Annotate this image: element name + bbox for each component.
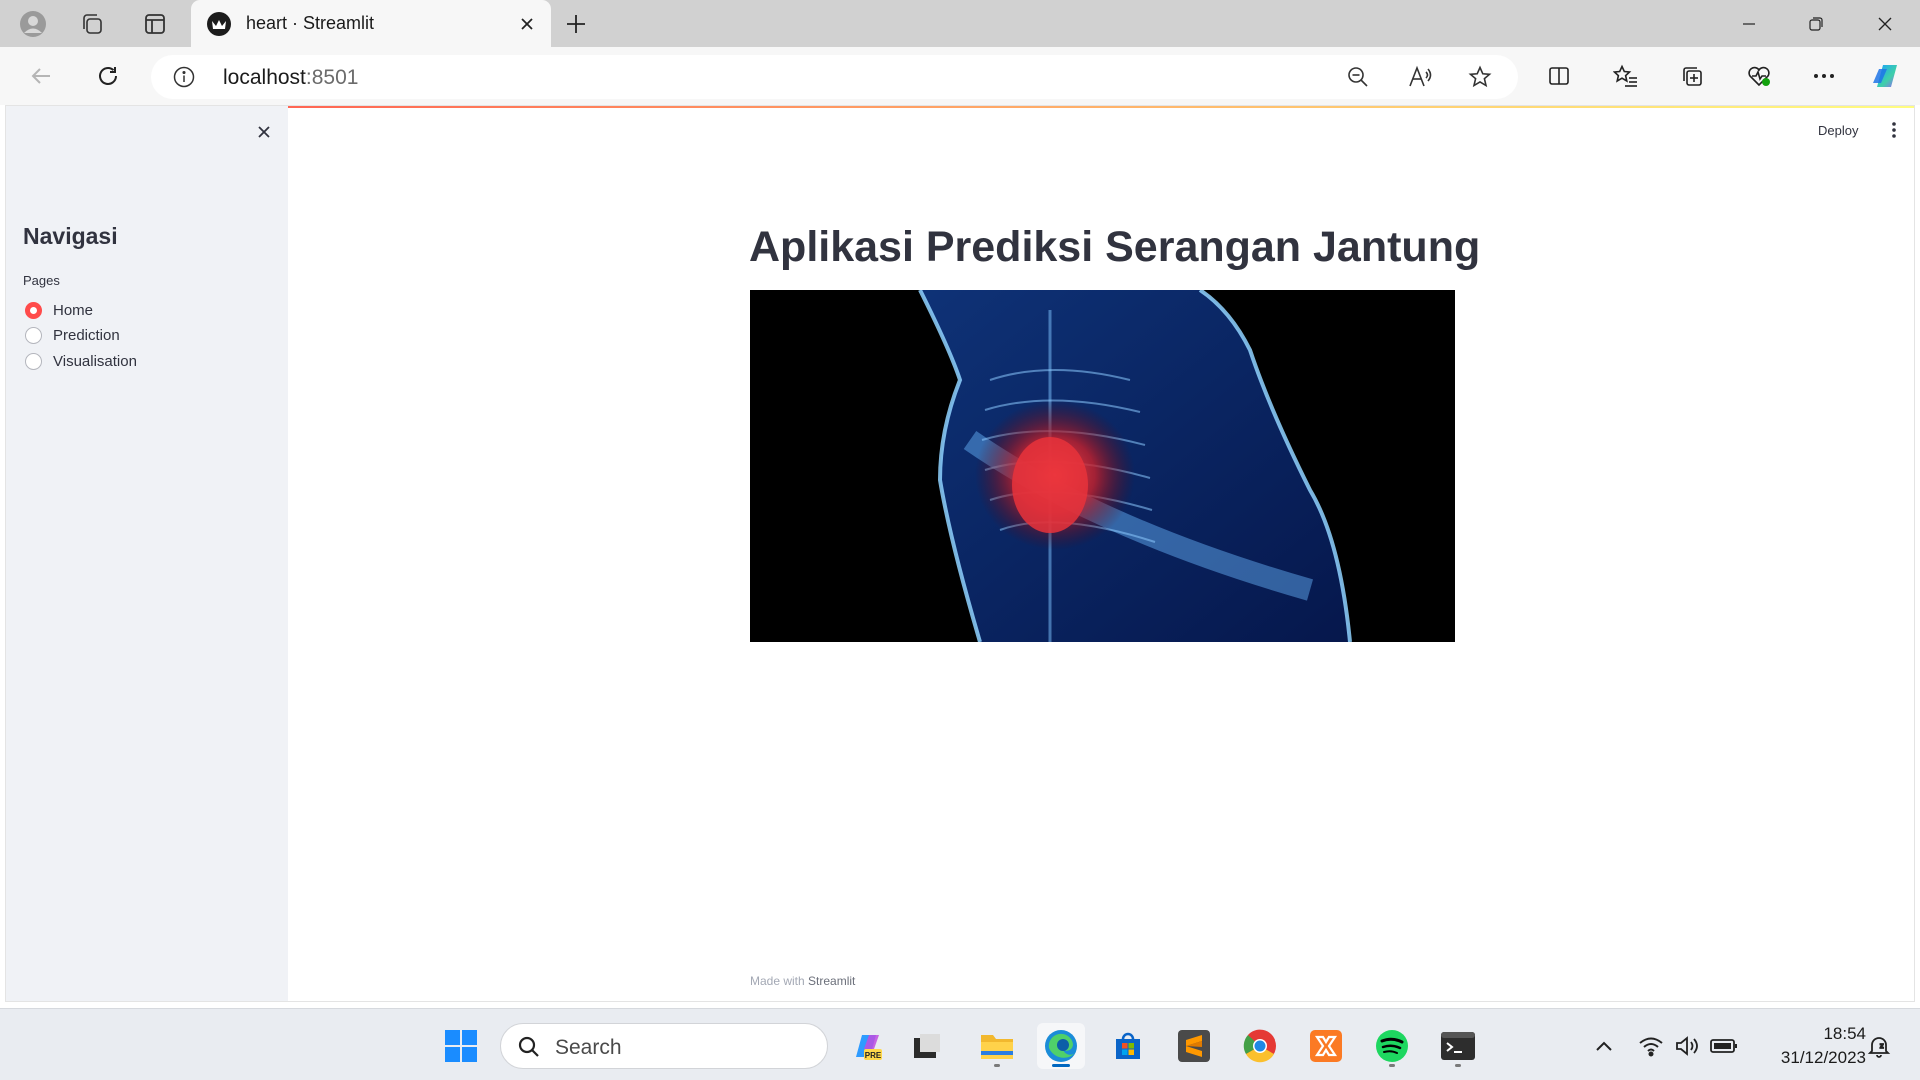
radio-prediction-indicator[interactable] — [25, 326, 42, 344]
file-explorer-gray-icon[interactable] — [903, 1023, 951, 1069]
collections-icon[interactable] — [1673, 57, 1711, 95]
main-menu-icon[interactable] — [1886, 120, 1902, 140]
favorite-star-icon[interactable] — [1464, 61, 1496, 93]
edge-active-indicator — [1052, 1064, 1070, 1067]
read-aloud-icon[interactable] — [1404, 61, 1436, 93]
svg-text:z: z — [1880, 1043, 1884, 1050]
back-icon[interactable] — [22, 57, 60, 95]
sublime-text-icon[interactable] — [1170, 1023, 1218, 1069]
show-hidden-icons-chevron-icon[interactable] — [1589, 1031, 1619, 1061]
clock-date: 31/12/2023 — [1780, 1048, 1866, 1067]
radio-prediction-label: Prediction — [53, 326, 120, 344]
spotify-running-indicator — [1389, 1064, 1395, 1067]
header-decoration-bar — [6, 106, 1914, 108]
browser-essentials-icon[interactable] — [1740, 57, 1778, 95]
radio-option-home[interactable]: Home — [23, 299, 93, 321]
page-title: Aplikasi Prediksi Serangan Jantung — [749, 223, 1481, 271]
address-bar[interactable]: localhost:8501 — [151, 55, 1518, 99]
browser-toolbar: localhost:8501 — [0, 47, 1920, 105]
zoom-icon[interactable] — [1342, 61, 1374, 93]
microsoft-store-icon[interactable] — [1104, 1023, 1152, 1069]
radio-home-indicator[interactable] — [25, 301, 42, 319]
tab-title: heart · Streamlit — [246, 13, 375, 33]
taskbar-search[interactable]: Search — [500, 1023, 828, 1069]
notification-bell-icon[interactable]: z — [1864, 1031, 1894, 1061]
heart-attack-image — [750, 290, 1455, 642]
radio-home-label: Home — [53, 301, 94, 319]
search-icon — [518, 1036, 539, 1057]
search-label: Search — [555, 1036, 622, 1059]
close-sidebar-icon[interactable] — [252, 120, 276, 144]
copilot-preview-icon[interactable]: PRE — [843, 1023, 891, 1069]
wifi-icon[interactable] — [1636, 1031, 1666, 1061]
file-explorer-running-indicator — [994, 1064, 1000, 1067]
svg-text:PRE: PRE — [865, 1051, 882, 1060]
footer-streamlit-link[interactable]: Streamlit — [808, 974, 855, 988]
copilot-icon[interactable] — [1867, 57, 1905, 95]
profile-icon[interactable] — [17, 8, 49, 40]
streamlit-favicon-icon — [207, 12, 231, 36]
edge-icon[interactable] — [1037, 1023, 1085, 1069]
more-options-icon[interactable] — [1805, 57, 1843, 95]
clock-time: 18:54 — [1823, 1024, 1866, 1043]
close-tab-icon[interactable] — [513, 10, 541, 38]
radio-option-visualisation[interactable]: Visualisation — [23, 350, 137, 372]
workspaces-icon[interactable] — [76, 8, 108, 40]
streamlit-app: Navigasi Pages Home Prediction Visualisa… — [5, 105, 1915, 1002]
new-tab-button[interactable] — [560, 8, 592, 40]
radio-visualisation-label: Visualisation — [53, 352, 137, 370]
site-info-icon[interactable] — [173, 66, 195, 88]
xampp-icon[interactable] — [1302, 1023, 1350, 1069]
url-text[interactable]: localhost:8501 — [223, 66, 358, 90]
terminal-icon[interactable] — [1434, 1023, 1482, 1069]
chrome-icon[interactable] — [1236, 1023, 1284, 1069]
url-port: :8501 — [305, 66, 359, 89]
reload-icon[interactable] — [89, 57, 127, 95]
footer-made-with: Made with — [750, 974, 809, 988]
file-explorer-icon[interactable] — [973, 1023, 1021, 1069]
battery-icon[interactable] — [1709, 1031, 1739, 1061]
footer: Made with Streamlit — [750, 974, 855, 988]
favorites-icon[interactable] — [1607, 57, 1645, 95]
browser-tab-strip: heart · Streamlit — [0, 0, 1920, 47]
active-tab[interactable]: heart · Streamlit — [191, 0, 551, 47]
pages-label: Pages — [23, 273, 60, 288]
deploy-button[interactable]: Deploy — [1814, 121, 1862, 140]
taskbar: Search PRE 18:54 31/12/2023 z — [0, 1008, 1920, 1080]
volume-icon[interactable] — [1672, 1031, 1702, 1061]
sidebar-title: Navigasi — [23, 223, 118, 249]
url-host: localhost — [223, 66, 306, 89]
terminal-running-indicator — [1455, 1064, 1461, 1067]
vertical-tabs-icon[interactable] — [139, 8, 171, 40]
start-icon[interactable] — [437, 1023, 485, 1069]
restore-button[interactable] — [1781, 0, 1851, 47]
split-screen-icon[interactable] — [1540, 57, 1578, 95]
minimize-button[interactable] — [1714, 0, 1784, 47]
spotify-icon[interactable] — [1368, 1023, 1416, 1069]
sidebar: Navigasi Pages Home Prediction Visualisa… — [6, 106, 288, 1001]
close-window-button[interactable] — [1850, 0, 1920, 47]
system-clock[interactable]: 18:54 31/12/2023 — [1781, 1022, 1866, 1070]
radio-visualisation-indicator[interactable] — [25, 352, 42, 370]
radio-option-prediction[interactable]: Prediction — [23, 324, 120, 346]
